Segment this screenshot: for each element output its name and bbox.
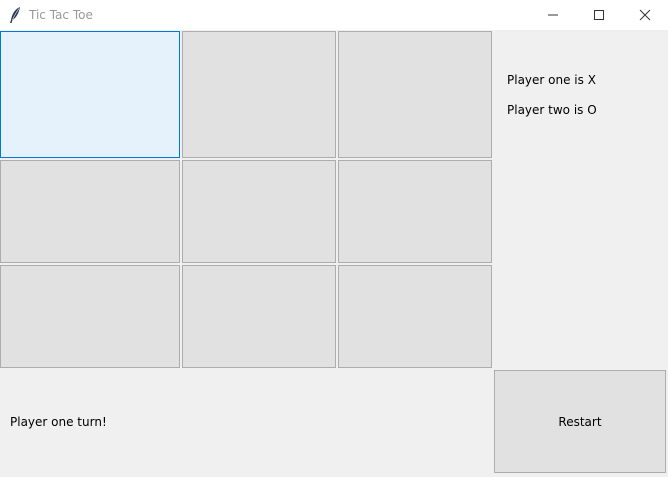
title-bar[interactable]: Tic Tac Toe — [0, 0, 668, 30]
board-cell-r2c1[interactable] — [0, 160, 180, 263]
player-two-label: Player two is O — [507, 103, 597, 117]
maximize-icon — [594, 10, 604, 20]
minimize-button[interactable] — [530, 0, 576, 30]
feather-icon — [8, 6, 22, 24]
board-cell-r3c1[interactable] — [0, 265, 180, 368]
restart-button[interactable]: Restart — [494, 370, 666, 473]
board-cell-r2c3[interactable] — [338, 160, 492, 263]
close-icon — [639, 9, 651, 21]
board-cell-r1c2[interactable] — [182, 31, 336, 158]
board-cell-r3c3[interactable] — [338, 265, 492, 368]
board-cell-r2c2[interactable] — [182, 160, 336, 263]
board-cell-r1c3[interactable] — [338, 31, 492, 158]
turn-status-label: Player one turn! — [10, 415, 107, 429]
window-title: Tic Tac Toe — [29, 8, 93, 22]
minimize-icon — [548, 14, 558, 16]
close-button[interactable] — [622, 0, 668, 30]
board-cell-r3c2[interactable] — [182, 265, 336, 368]
maximize-button[interactable] — [576, 0, 622, 30]
app-window: Tic Tac Toe Player one is X Player two i… — [0, 0, 668, 477]
restart-button-label: Restart — [558, 414, 602, 429]
player-one-label: Player one is X — [507, 73, 596, 87]
board-cell-r1c1[interactable] — [0, 31, 180, 158]
